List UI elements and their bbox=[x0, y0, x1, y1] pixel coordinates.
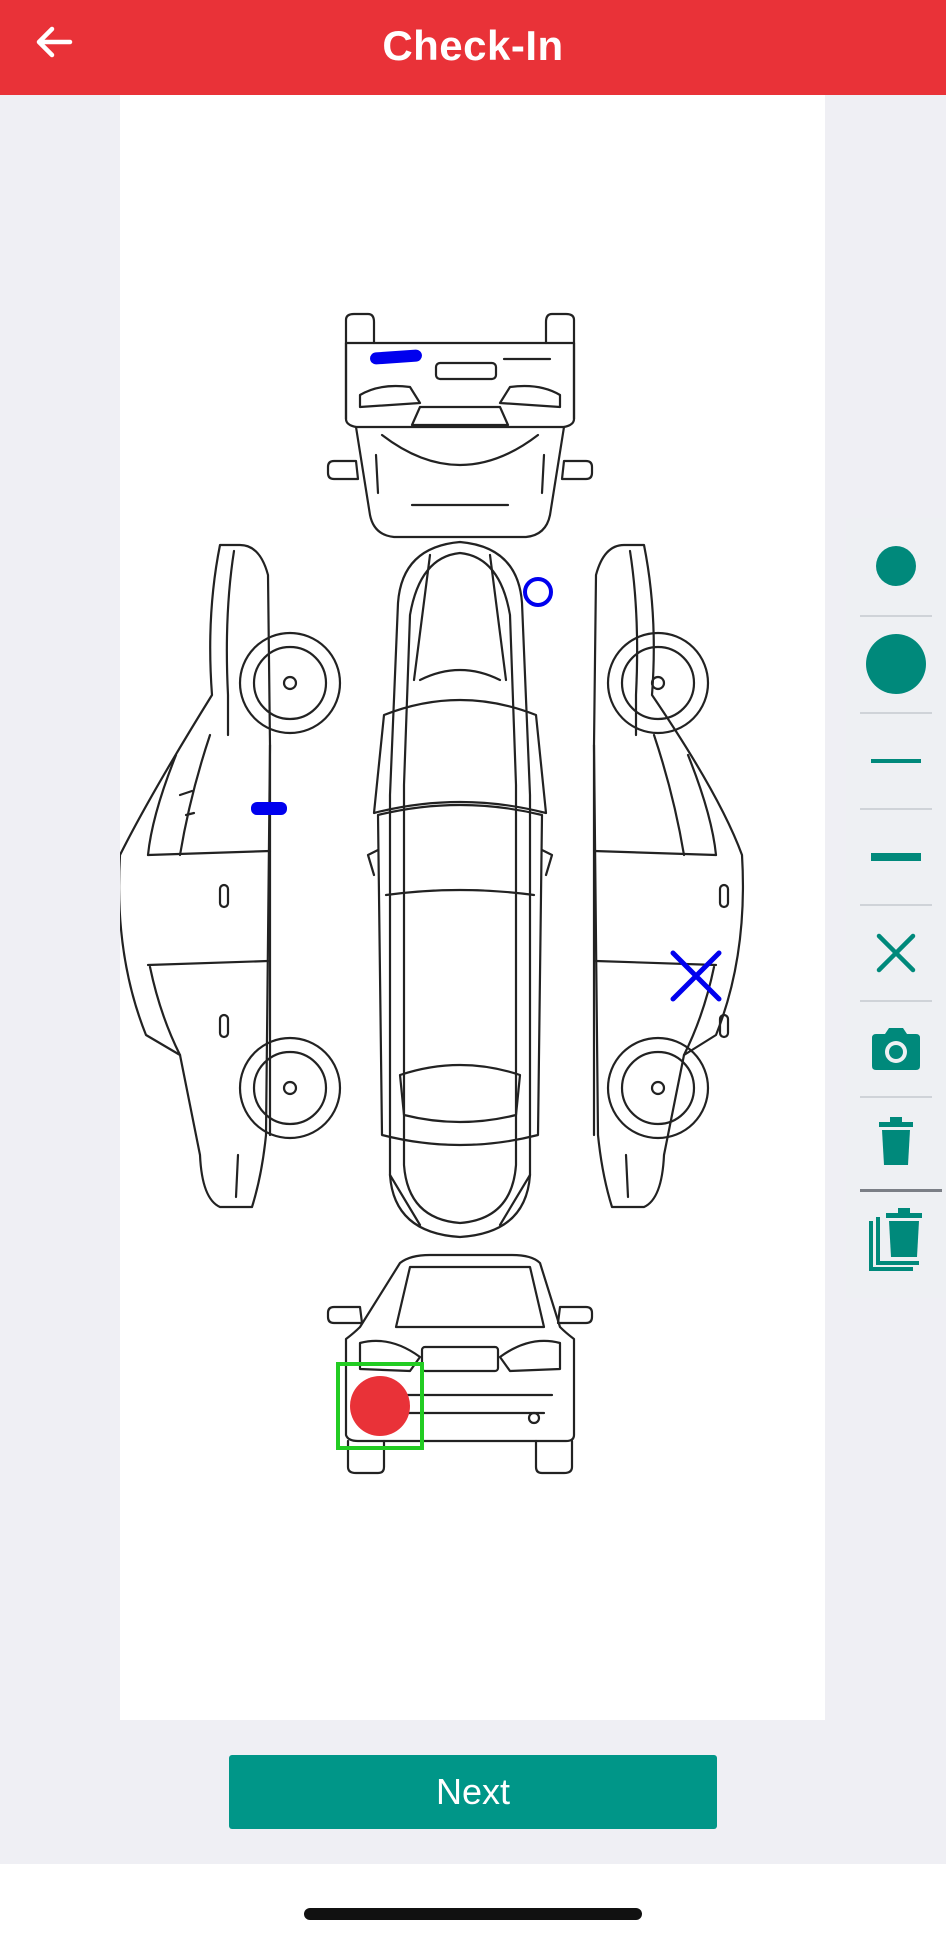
drawing-toolbar bbox=[846, 518, 946, 1298]
close-icon bbox=[876, 933, 916, 973]
trash-stack-icon bbox=[869, 1208, 922, 1271]
car-right-side-view bbox=[592, 543, 745, 1209]
camera-icon bbox=[872, 1028, 920, 1070]
damage-mark-dot-rear[interactable] bbox=[350, 1376, 410, 1436]
small-dot-tool[interactable] bbox=[860, 518, 932, 614]
page-title: Check-In bbox=[382, 22, 564, 69]
damage-mark-cross-right[interactable] bbox=[669, 949, 723, 1003]
app-header: Check-In bbox=[0, 0, 946, 95]
home-indicator[interactable] bbox=[304, 1908, 642, 1920]
cross-tool[interactable] bbox=[860, 905, 932, 1001]
thick-line-icon bbox=[871, 853, 921, 861]
delete-all-tool[interactable] bbox=[860, 1192, 932, 1288]
large-dot-tool[interactable] bbox=[860, 616, 932, 712]
next-button[interactable]: Next bbox=[229, 1755, 717, 1829]
thin-line-icon bbox=[871, 759, 921, 763]
damage-mark-circle-top[interactable] bbox=[523, 577, 553, 607]
damage-canvas[interactable] bbox=[120, 95, 825, 1720]
camera-tool[interactable] bbox=[860, 1001, 932, 1097]
car-top-view bbox=[366, 540, 554, 1239]
bottom-safe-area bbox=[0, 1864, 946, 1942]
car-left-side-view bbox=[120, 543, 342, 1209]
small-dot-icon bbox=[876, 546, 916, 586]
car-front-view bbox=[326, 312, 594, 539]
thin-line-tool[interactable] bbox=[860, 713, 932, 809]
damage-mark-line-left[interactable] bbox=[251, 802, 287, 815]
thick-line-tool[interactable] bbox=[860, 809, 932, 905]
car-diagram bbox=[120, 312, 745, 1475]
large-dot-icon bbox=[866, 634, 926, 694]
trash-icon bbox=[879, 1117, 913, 1165]
delete-tool[interactable] bbox=[860, 1093, 932, 1189]
